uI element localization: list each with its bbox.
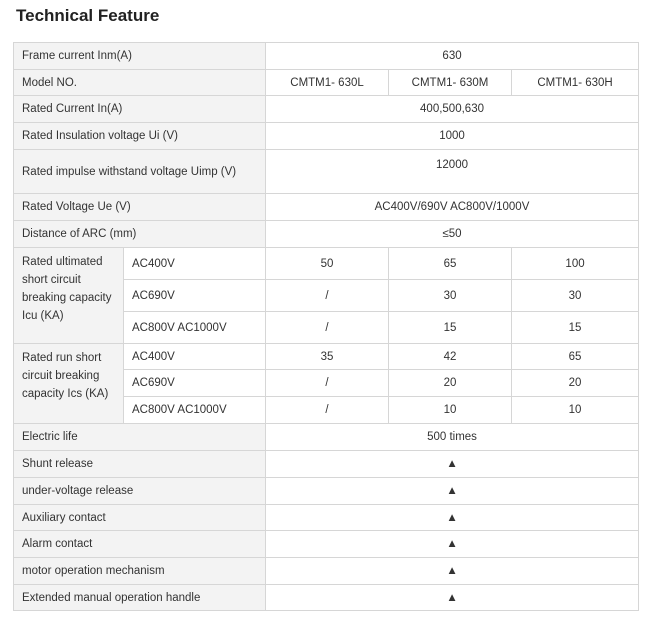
icu-value: 50: [265, 247, 390, 280]
row-value: 400,500,630: [265, 95, 640, 123]
row-label: Alarm contact: [12, 530, 267, 558]
icu-value: /: [265, 279, 390, 312]
row-label: Model NO.: [12, 69, 267, 96]
row-label: Shunt release: [12, 450, 267, 478]
table-row: Electric life 500 times: [12, 423, 640, 451]
row-label: motor operation mechanism: [12, 557, 267, 585]
ics-value: 65: [511, 343, 640, 370]
model-value: CMTM1- 630M: [388, 69, 513, 96]
table-row: Rated Voltage Ue (V) AC400V/690V AC800V/…: [12, 193, 640, 221]
row-label: Rated Voltage Ue (V): [12, 193, 267, 221]
icu-value: 100: [511, 247, 640, 280]
icu-label: Rated ultimated short circuit breaking c…: [13, 247, 124, 344]
row-value: 12000: [265, 149, 640, 194]
table-row: Auxiliary contact ▲: [12, 504, 640, 531]
ics-value: 20: [511, 369, 640, 397]
voltage-label: AC690V: [122, 279, 267, 312]
triangle-icon: ▲: [265, 450, 640, 478]
row-label: Rated Current In(A): [12, 95, 267, 123]
icu-value: 30: [511, 279, 640, 312]
ics-value: /: [265, 396, 390, 424]
ics-value: /: [265, 369, 390, 397]
row-value: 1000: [265, 122, 640, 150]
ics-value: 10: [388, 396, 513, 424]
technical-feature-table: Frame current Inm(A) 630 Model NO. CMTM1…: [12, 42, 640, 611]
table-row: Rated Current In(A) 400,500,630: [12, 95, 640, 123]
icu-value: 30: [388, 279, 513, 312]
row-label: Rated impulse withstand voltage Uimp (V): [12, 149, 267, 194]
triangle-icon: ▲: [265, 530, 640, 558]
voltage-label: AC800V AC1000V: [122, 311, 267, 344]
row-label: Frame current Inm(A): [12, 42, 267, 70]
row-label: under-voltage release: [12, 477, 267, 505]
page-title: Technical Feature: [16, 6, 160, 25]
table-row: Frame current Inm(A) 630: [12, 42, 640, 70]
icu-value: /: [265, 311, 390, 344]
row-label: Extended manual operation handle: [12, 584, 267, 611]
table-row: under-voltage release ▲: [12, 477, 640, 505]
table-row: Extended manual operation handle ▲: [12, 584, 640, 611]
triangle-icon: ▲: [265, 477, 640, 505]
icu-value: 15: [511, 311, 640, 344]
ics-value: 42: [388, 343, 513, 370]
row-value: AC400V/690V AC800V/1000V: [265, 193, 640, 221]
table-row: motor operation mechanism ▲: [12, 557, 640, 585]
triangle-icon: ▲: [265, 504, 640, 531]
row-label: Distance of ARC (mm): [12, 220, 267, 248]
table-row: Rated run short circuit breaking capacit…: [13, 343, 640, 424]
row-value: 500 times: [265, 423, 640, 451]
model-value: CMTM1- 630L: [265, 69, 390, 96]
table-row: Rated Insulation voltage Ui (V) 1000: [12, 122, 640, 150]
table-row: Shunt release ▲: [12, 450, 640, 478]
table-row: Rated ultimated short circuit breaking c…: [13, 247, 640, 344]
triangle-icon: ▲: [265, 584, 640, 611]
voltage-label: AC690V: [122, 369, 267, 397]
voltage-label: AC400V: [122, 343, 267, 370]
icu-value: 15: [388, 311, 513, 344]
table-row: Distance of ARC (mm) ≤50: [12, 220, 640, 248]
ics-label: Rated run short circuit breaking capacit…: [13, 343, 124, 424]
voltage-label: AC800V AC1000V: [122, 396, 267, 424]
table-row: Alarm contact ▲: [12, 530, 640, 558]
icu-value: 65: [388, 247, 513, 280]
table-row: Model NO. CMTM1- 630L CMTM1- 630M CMTM1-…: [12, 69, 640, 96]
ics-value: 20: [388, 369, 513, 397]
row-label: Rated Insulation voltage Ui (V): [12, 122, 267, 150]
voltage-label: AC400V: [122, 247, 267, 280]
triangle-icon: ▲: [265, 557, 640, 585]
table-row: Rated impulse withstand voltage Uimp (V)…: [12, 149, 640, 194]
row-label: Auxiliary contact: [12, 504, 267, 531]
ics-value: 10: [511, 396, 640, 424]
row-label: Electric life: [12, 423, 267, 451]
model-value: CMTM1- 630H: [511, 69, 640, 96]
row-value: 630: [265, 42, 640, 70]
row-value: ≤50: [265, 220, 640, 248]
ics-value: 35: [265, 343, 390, 370]
